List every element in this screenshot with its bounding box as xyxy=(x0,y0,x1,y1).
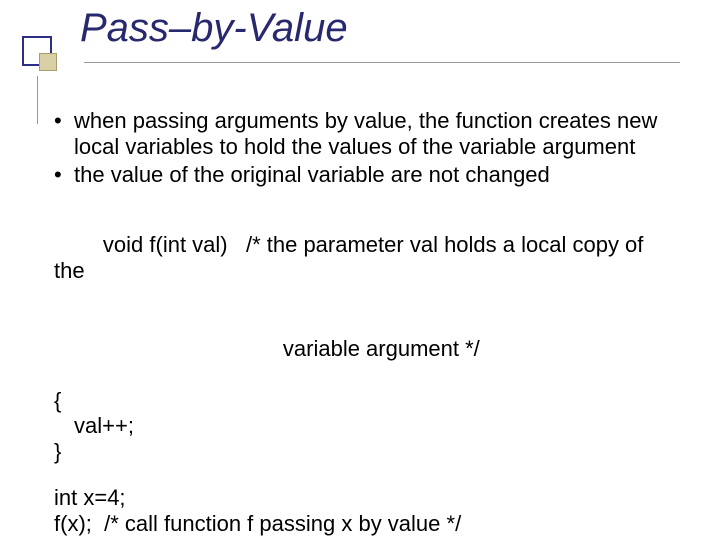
bullet-list: when passing arguments by value, the fun… xyxy=(54,108,676,188)
bullet-text: the value of the original variable are n… xyxy=(74,162,550,187)
code-comment: variable argument */ xyxy=(283,336,480,361)
bullet-text: when passing arguments by value, the fun… xyxy=(74,108,657,159)
code-block-1: void f(int val) /* the parameter val hol… xyxy=(54,206,676,466)
code-line: } xyxy=(54,439,676,465)
title-area: Pass–by-Value xyxy=(80,6,680,55)
code-block-2: int x=4; f(x); /* call function f passin… xyxy=(54,485,676,540)
title-decoration-vline xyxy=(37,76,38,124)
code-line: void f(int val) /* the parameter val hol… xyxy=(54,206,676,310)
code-line: f(x); /* call function f passing x by va… xyxy=(54,511,676,537)
code-text: void f(int val) xyxy=(103,232,228,257)
slide: Pass–by-Value when passing arguments by … xyxy=(0,0,720,540)
slide-body: when passing arguments by value, the fun… xyxy=(54,108,676,540)
code-line: { xyxy=(54,388,676,414)
title-underline xyxy=(84,62,680,63)
code-line: val++; xyxy=(54,413,676,439)
code-line: int x=4; xyxy=(54,485,676,511)
code-line: variable argument */ xyxy=(54,310,676,388)
slide-title: Pass–by-Value xyxy=(80,6,680,55)
bullet-item: when passing arguments by value, the fun… xyxy=(54,108,676,160)
title-decoration-squares xyxy=(22,36,58,72)
bullet-item: the value of the original variable are n… xyxy=(54,162,676,188)
